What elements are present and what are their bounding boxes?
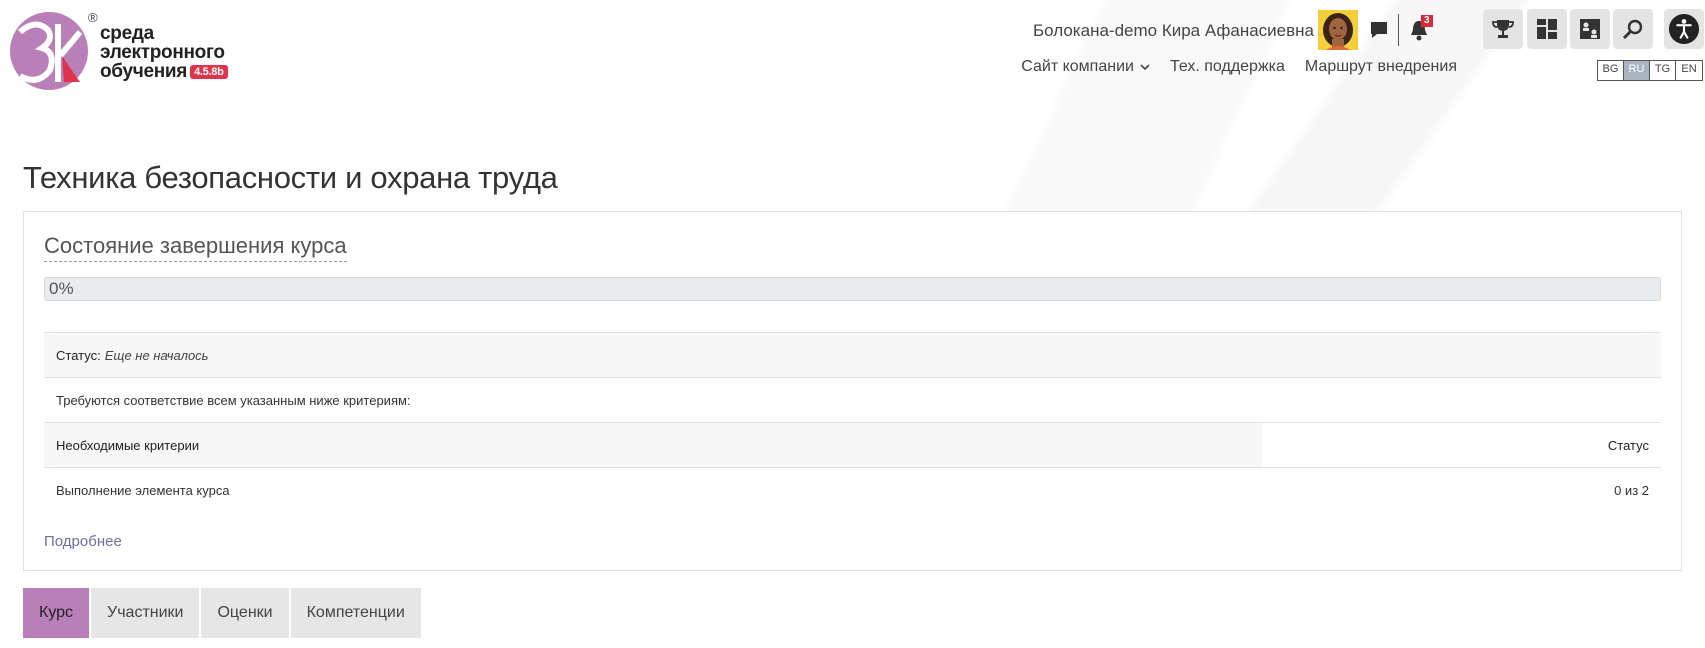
support-link[interactable]: Тех. поддержка bbox=[1170, 58, 1285, 76]
completion-progress-bar: 0% bbox=[44, 277, 1661, 301]
user-avatar[interactable] bbox=[1318, 10, 1358, 50]
lang-tg[interactable]: TG bbox=[1650, 61, 1676, 80]
search-button[interactable] bbox=[1613, 9, 1653, 49]
accessibility-button[interactable] bbox=[1664, 9, 1704, 49]
lang-en[interactable]: EN bbox=[1676, 61, 1702, 80]
criteria-table: Статус: Еще не началось Требуются соотве… bbox=[44, 332, 1661, 512]
logo-text: среда электронного обучения 4.5.8b bbox=[100, 24, 228, 81]
header-status: Статус bbox=[1607, 437, 1649, 453]
accessibility-icon bbox=[1668, 13, 1700, 45]
company-site-dropdown[interactable]: Сайт компании bbox=[1021, 58, 1150, 76]
top-nav: Сайт компании Тех. поддержка Маршрут вне… bbox=[1021, 58, 1457, 76]
criteria-note-row: Требуются соответствие всем указанным ни… bbox=[44, 377, 1661, 422]
header-divider bbox=[1398, 14, 1399, 46]
lang-bg[interactable]: BG bbox=[1598, 61, 1624, 80]
achievements-button[interactable] bbox=[1483, 9, 1523, 49]
logo-line2: электронного bbox=[100, 42, 225, 63]
logo-mark-icon bbox=[10, 12, 88, 90]
dashboard-button[interactable] bbox=[1527, 9, 1567, 49]
dashboard-icon bbox=[1537, 19, 1557, 39]
org-chart-icon bbox=[1580, 19, 1600, 39]
language-switcher: BG RU TG EN bbox=[1597, 60, 1703, 81]
status-row: Статус: Еще не началось bbox=[44, 332, 1661, 377]
table-header: Необходимые критерии Статус bbox=[44, 422, 1661, 467]
org-structure-button[interactable] bbox=[1570, 9, 1610, 49]
status-label: Статус: bbox=[56, 347, 101, 363]
tab-grades[interactable]: Оценки bbox=[201, 588, 289, 638]
logo-line3: обучения bbox=[100, 61, 188, 82]
tab-course[interactable]: Курс bbox=[23, 588, 90, 638]
tab-participants[interactable]: Участники bbox=[91, 588, 200, 638]
trophy-icon bbox=[1492, 20, 1514, 38]
registered-mark: ® bbox=[88, 10, 98, 25]
criterion-name: Выполнение элемента курса bbox=[56, 482, 230, 498]
search-icon bbox=[1622, 19, 1643, 40]
chevron-down-icon bbox=[1140, 64, 1150, 71]
more-details-link[interactable]: Подробнее bbox=[44, 533, 122, 550]
route-link[interactable]: Маршрут внедрения bbox=[1305, 58, 1457, 76]
logo-line1: среда bbox=[100, 23, 154, 44]
page-title: Техника безопасности и охрана труда bbox=[23, 160, 558, 195]
table-row: Выполнение элемента курса 0 из 2 bbox=[44, 467, 1661, 512]
messages-icon[interactable] bbox=[1369, 20, 1389, 40]
course-completion-panel: Состояние завершения курса 0% Статус: Ещ… bbox=[23, 211, 1682, 571]
site-logo[interactable]: ® среда электронного обучения 4.5.8b bbox=[8, 8, 228, 94]
notifications-badge: 3 bbox=[1421, 15, 1433, 27]
status-value: Еще не началось bbox=[104, 347, 209, 363]
criterion-status: 0 из 2 bbox=[1614, 482, 1649, 498]
version-badge: 4.5.8b bbox=[190, 64, 228, 79]
course-tabs: Курс Участники Оценки Компетенции bbox=[23, 588, 421, 638]
progress-label: 0% bbox=[49, 279, 74, 298]
completion-title[interactable]: Состояние завершения курса bbox=[44, 233, 347, 262]
header-criteria: Необходимые критерии bbox=[44, 423, 1262, 467]
criteria-note: Требуются соответствие всем указанным ни… bbox=[56, 392, 411, 408]
lang-ru[interactable]: RU bbox=[1624, 61, 1650, 80]
tab-competencies[interactable]: Компетенции bbox=[290, 588, 421, 638]
user-name[interactable]: Болокана-demo Кира Афанасиевна bbox=[1033, 21, 1314, 41]
company-site-label: Сайт компании bbox=[1021, 58, 1134, 75]
